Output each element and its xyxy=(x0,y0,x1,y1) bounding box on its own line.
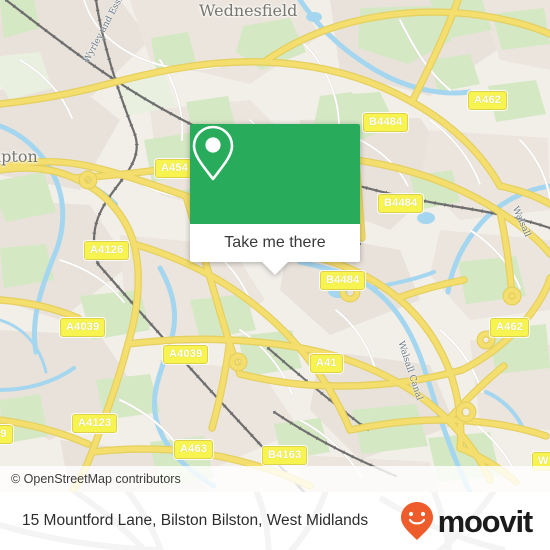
road-shield: A463 xyxy=(174,440,214,459)
moovit-logo[interactable]: moovit xyxy=(399,492,534,550)
road-shield: A462 xyxy=(490,318,530,337)
road-shield: A41 xyxy=(310,354,343,373)
take-me-there-button[interactable]: Take me there xyxy=(190,224,360,262)
moovit-pin-smile-icon xyxy=(400,502,433,540)
road-shield: A4039 xyxy=(60,318,106,337)
road-shield: 59 xyxy=(0,425,13,444)
road-shield: B4163 xyxy=(262,446,308,465)
place-label: Wednesfield xyxy=(199,1,298,20)
address-text: 15 Mountford Lane, Bilston Bilston, West… xyxy=(22,512,369,529)
attribution-text: © OpenStreetMap contributors xyxy=(11,472,181,486)
road-shield: B4484 xyxy=(363,113,409,132)
location-callout-card[interactable]: Take me there xyxy=(190,124,360,275)
road-shield: A4123 xyxy=(72,414,118,433)
map-canvas[interactable]: .g{fill:#d4e8c4} .gl{fill:#e9f0e0} .bld{… xyxy=(0,0,550,492)
road-shield: A4039 xyxy=(163,345,209,364)
take-me-there-label: Take me there xyxy=(224,234,326,251)
map-pin-icon xyxy=(192,125,234,181)
road-shield: A462 xyxy=(468,91,508,110)
card-pin-area xyxy=(190,124,360,224)
road-shield: A4126 xyxy=(84,241,130,260)
road-shield: A454 xyxy=(155,159,195,178)
place-label: mpton xyxy=(0,147,38,166)
map-screenshot: .g{fill:#d4e8c4} .gl{fill:#e9f0e0} .bld{… xyxy=(0,0,550,550)
card-pointer-tail xyxy=(262,262,288,275)
road-shield: B4484 xyxy=(378,194,424,213)
map-attribution-bar: © OpenStreetMap contributors xyxy=(0,466,550,492)
footer-bar: 15 Mountford Lane, Bilston Bilston, West… xyxy=(0,492,550,550)
moovit-wordmark: moovit xyxy=(437,503,534,539)
